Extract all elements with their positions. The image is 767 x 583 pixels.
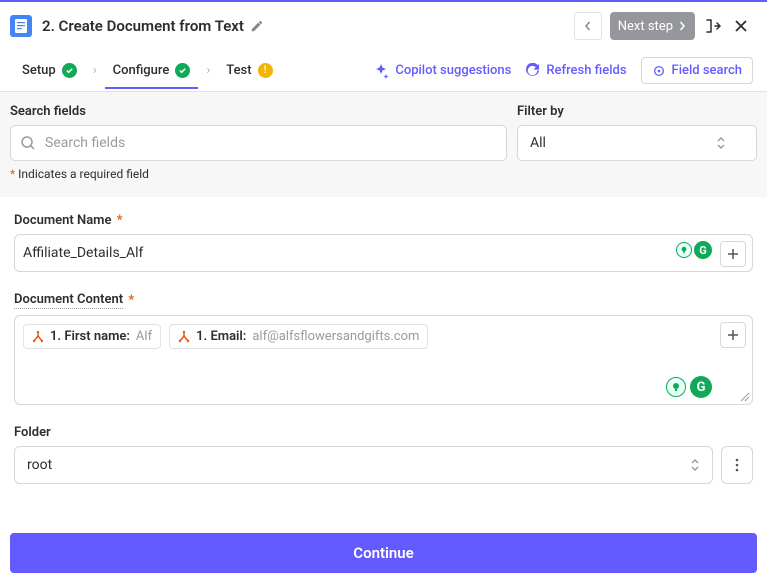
asterisk-icon: *	[10, 167, 15, 181]
prev-step-button[interactable]	[574, 12, 602, 40]
tab-label: Test	[226, 63, 251, 78]
chevron-right-icon: ›	[202, 63, 214, 78]
pill-value: Alf	[136, 329, 152, 344]
page-title: 2. Create Document from Text	[42, 17, 574, 35]
expand-icon[interactable]	[703, 16, 723, 36]
filter-by-select[interactable]: All	[517, 125, 757, 161]
refresh-fields-button[interactable]: Refresh fields	[525, 63, 626, 78]
warning-icon: !	[258, 63, 273, 78]
edit-icon[interactable]	[250, 19, 264, 33]
filter-by-value: All	[530, 135, 546, 151]
header: 2. Create Document from Text Next step	[0, 2, 767, 50]
sort-icon	[716, 136, 726, 150]
check-icon	[62, 63, 77, 78]
tabs: Setup › Configure › Test !	[14, 53, 281, 88]
input-value: Affiliate_Details_Alf	[23, 245, 143, 261]
continue-button[interactable]: Continue	[10, 533, 757, 573]
kebab-icon	[735, 458, 739, 472]
folder-select[interactable]: root	[14, 446, 713, 484]
branch-icon	[32, 331, 44, 343]
search-fields-label: Search fields	[10, 104, 507, 119]
pill-label: 1. Email:	[196, 329, 246, 344]
grammarly-badges: G	[676, 241, 712, 259]
close-icon[interactable]	[731, 16, 751, 36]
continue-label: Continue	[353, 544, 413, 562]
add-field-button[interactable]	[720, 322, 746, 348]
check-icon	[175, 63, 190, 78]
tab-setup[interactable]: Setup	[14, 53, 85, 88]
header-actions: Next step	[574, 12, 751, 40]
folder-field: Folder root	[14, 425, 753, 484]
tab-label: Configure	[113, 63, 170, 78]
grammarly-g-icon: G	[690, 376, 712, 398]
search-input[interactable]	[10, 125, 507, 161]
label-text: Document Name	[14, 213, 111, 228]
refresh-icon	[525, 63, 540, 78]
resize-handle[interactable]	[740, 392, 750, 402]
footer: Continue	[10, 533, 757, 573]
search-fields-col: Search fields * Indicates a required fie…	[10, 104, 507, 181]
filters-bar: Search fields * Indicates a required fie…	[0, 92, 767, 197]
form-area: Document Name * Affiliate_Details_Alf G …	[0, 197, 767, 514]
grammarly-bulb-icon	[676, 242, 692, 258]
pill-email[interactable]: 1. Email: alf@alfsflowersandgifts.com	[169, 324, 428, 349]
document-name-input[interactable]: Affiliate_Details_Alf G	[14, 234, 753, 272]
action-label: Field search	[672, 63, 742, 78]
field-label: Folder	[14, 425, 753, 440]
folder-value: root	[27, 457, 52, 473]
required-asterisk: *	[113, 213, 122, 228]
label-text: Document Content	[14, 292, 123, 309]
next-step-button[interactable]: Next step	[610, 12, 695, 40]
document-name-field: Document Name * Affiliate_Details_Alf G	[14, 213, 753, 272]
grammarly-g-icon: G	[694, 241, 712, 259]
tabs-row: Setup › Configure › Test ! Copilot sugge…	[0, 50, 767, 92]
required-asterisk: *	[125, 293, 134, 308]
folder-row: root	[14, 446, 753, 484]
required-note-text: Indicates a required field	[18, 167, 149, 181]
page-title-text: 2. Create Document from Text	[42, 17, 244, 35]
pill-value: alf@alfsflowersandgifts.com	[252, 329, 419, 344]
grammarly-badges: G	[666, 376, 712, 398]
tab-test[interactable]: Test !	[218, 53, 280, 88]
add-field-button[interactable]	[720, 241, 746, 267]
field-search-button[interactable]: Field search	[641, 57, 753, 84]
action-label: Copilot suggestions	[395, 63, 511, 78]
branch-icon	[178, 331, 190, 343]
search-icon	[20, 135, 36, 151]
pill-first-name[interactable]: 1. First name: Alf	[23, 324, 161, 349]
search-input-wrap	[10, 125, 507, 161]
chevron-right-icon: ›	[89, 63, 101, 78]
tab-actions: Copilot suggestions Refresh fields Field…	[373, 57, 753, 84]
action-label: Refresh fields	[546, 63, 626, 78]
grammarly-bulb-icon	[666, 377, 686, 397]
field-label: Document Content *	[14, 292, 753, 309]
sort-icon	[690, 458, 700, 472]
document-content-input[interactable]: 1. First name: Alf 1. Email: alf@alfsflo…	[14, 315, 753, 405]
label-text: Folder	[14, 425, 51, 440]
document-content-field: Document Content * 1. First name: Alf 1.…	[14, 292, 753, 405]
filter-by-label: Filter by	[517, 104, 757, 119]
sparkle-icon	[373, 63, 389, 79]
copilot-suggestions-button[interactable]: Copilot suggestions	[373, 63, 511, 79]
search-target-icon	[652, 64, 666, 78]
google-docs-icon	[10, 15, 32, 37]
next-step-label: Next step	[618, 19, 673, 34]
field-label: Document Name *	[14, 213, 753, 228]
content-pills: 1. First name: Alf 1. Email: alf@alfsflo…	[23, 324, 744, 349]
tab-label: Setup	[22, 63, 56, 78]
folder-options-button[interactable]	[721, 446, 753, 484]
tab-configure[interactable]: Configure	[105, 53, 199, 88]
filter-by-col: Filter by All	[517, 104, 757, 161]
required-field-note: * Indicates a required field	[10, 167, 507, 181]
pill-label: 1. First name:	[50, 329, 130, 344]
